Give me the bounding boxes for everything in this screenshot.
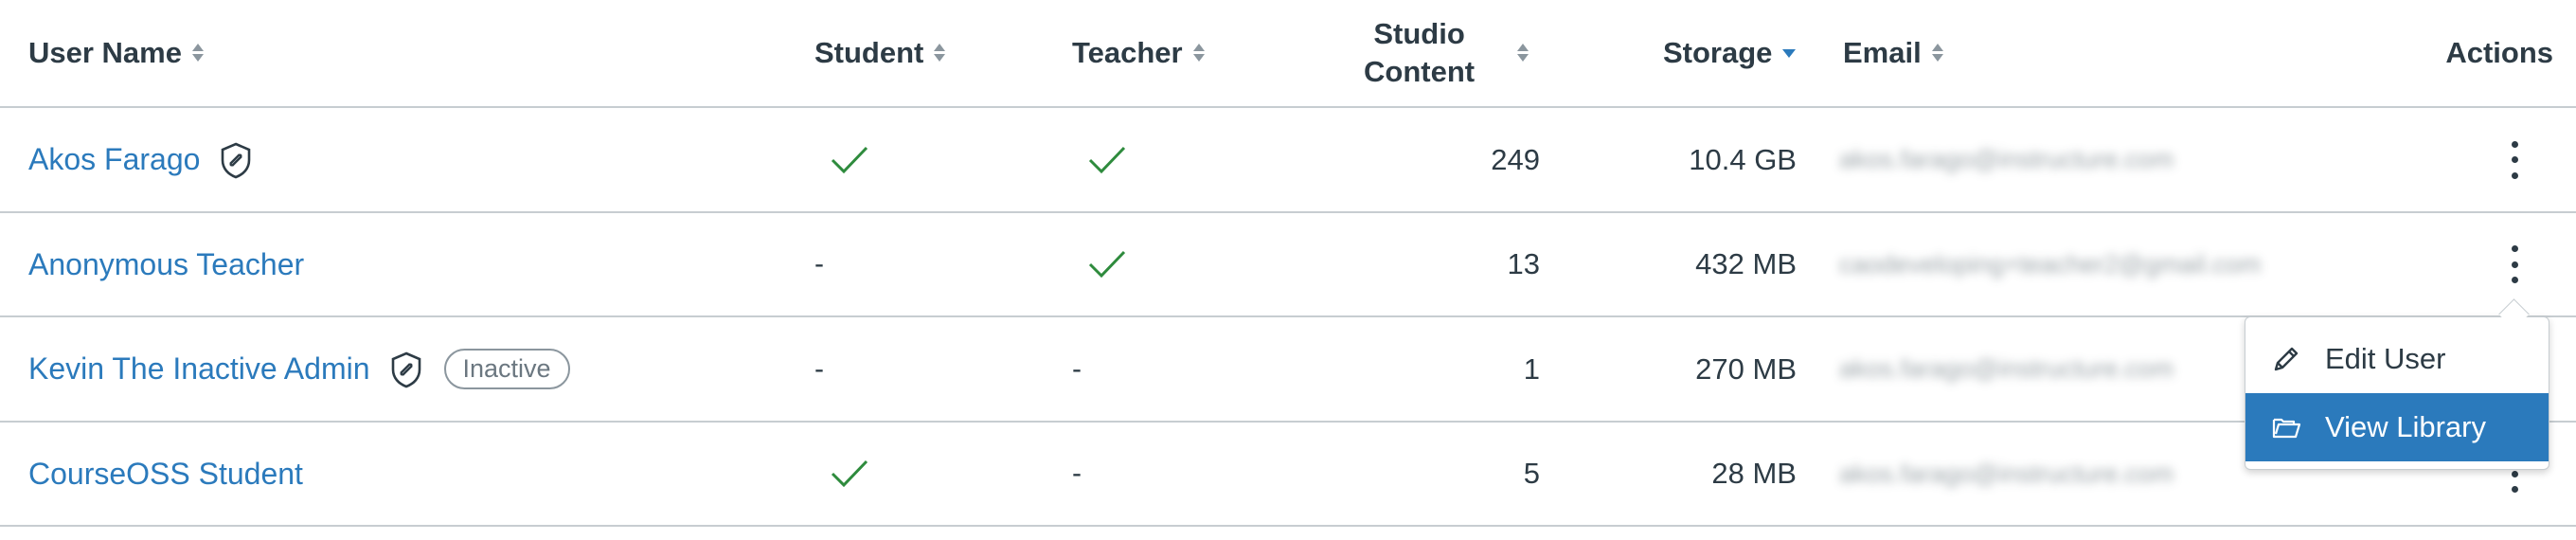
view-library-menu-item[interactable]: View Library (2245, 393, 2549, 461)
teacher-check-icon (1087, 213, 1127, 315)
user-name-link[interactable]: Akos Farago (28, 142, 200, 177)
edit-user-label: Edit User (2325, 342, 2446, 375)
inactive-status-badge: Inactive (443, 349, 570, 389)
column-header-storage[interactable]: Storage (1663, 0, 1797, 106)
column-header-user-name[interactable]: User Name (28, 0, 205, 106)
sort-icon (1931, 42, 1944, 64)
table-row: Kevin The Inactive Admin Inactive - - 1 … (0, 317, 2576, 423)
column-header-student[interactable]: Student (814, 0, 946, 106)
student-check-icon (830, 423, 869, 525)
email-value: caodeveloping+teacher2@gmail.com (1839, 249, 2262, 279)
column-header-email[interactable]: Email (1843, 0, 1944, 106)
row-actions-dropdown: Edit User View Library (2245, 316, 2549, 470)
storage-value: 432 MB (1695, 247, 1797, 280)
column-header-studio-content[interactable]: Studio Content (1364, 0, 1530, 106)
folder-icon (2272, 418, 2301, 439)
table-row: Anonymous Teacher - 13 432 MB caodevelop… (0, 213, 2576, 317)
studio-content-count: 1 (1523, 351, 1540, 386)
student-dash: - (814, 248, 824, 279)
storage-value: 28 MB (1711, 457, 1797, 490)
sort-icon (191, 42, 205, 64)
studio-content-count: 249 (1491, 142, 1540, 176)
studio-content-label-line2: Content (1364, 55, 1476, 88)
email-value: akos.farago@instructure.com (1839, 459, 2174, 488)
view-library-label: View Library (2325, 410, 2487, 443)
column-header-actions: Actions (2445, 36, 2553, 69)
user-name-link[interactable]: Anonymous Teacher (28, 247, 304, 282)
user-name-link[interactable]: CourseOSS Student (28, 457, 303, 492)
admin-shield-icon (391, 351, 420, 387)
email-value: akos.farago@instructure.com (1839, 354, 2174, 383)
column-header-teacher[interactable]: Teacher (1072, 0, 1206, 106)
studio-content-label-line1: Studio (1373, 17, 1465, 50)
studio-content-count: 5 (1523, 457, 1540, 490)
row-actions-menu-icon[interactable] (2508, 108, 2521, 211)
teacher-dash: - (1072, 352, 1082, 385)
user-name-link[interactable]: Kevin The Inactive Admin (28, 351, 370, 387)
student-dash: - (814, 352, 824, 385)
email-value: akos.farago@instructure.com (1839, 145, 2174, 173)
users-table: User Name Student Teacher Studio Content… (0, 0, 2576, 527)
studio-content-count: 13 (1507, 247, 1540, 280)
table-row: CourseOSS Student - 5 28 MB akos.farago@… (0, 423, 2576, 527)
admin-shield-icon (222, 142, 251, 178)
sort-icon (933, 42, 946, 64)
teacher-dash: - (1072, 458, 1082, 489)
sort-icon (1516, 42, 1530, 64)
storage-value: 10.4 GB (1689, 142, 1797, 176)
table-row: Akos Farago 249 10.4 GB akos.farago@inst… (0, 108, 2576, 213)
table-header: User Name Student Teacher Studio Content… (0, 0, 2576, 108)
student-check-icon (830, 108, 869, 211)
storage-value: 270 MB (1695, 351, 1797, 386)
edit-user-menu-item[interactable]: Edit User (2245, 325, 2549, 393)
teacher-check-icon (1087, 108, 1127, 211)
sort-icon (1192, 42, 1206, 64)
pencil-icon (2274, 347, 2299, 371)
sort-descending-icon (1781, 42, 1797, 64)
